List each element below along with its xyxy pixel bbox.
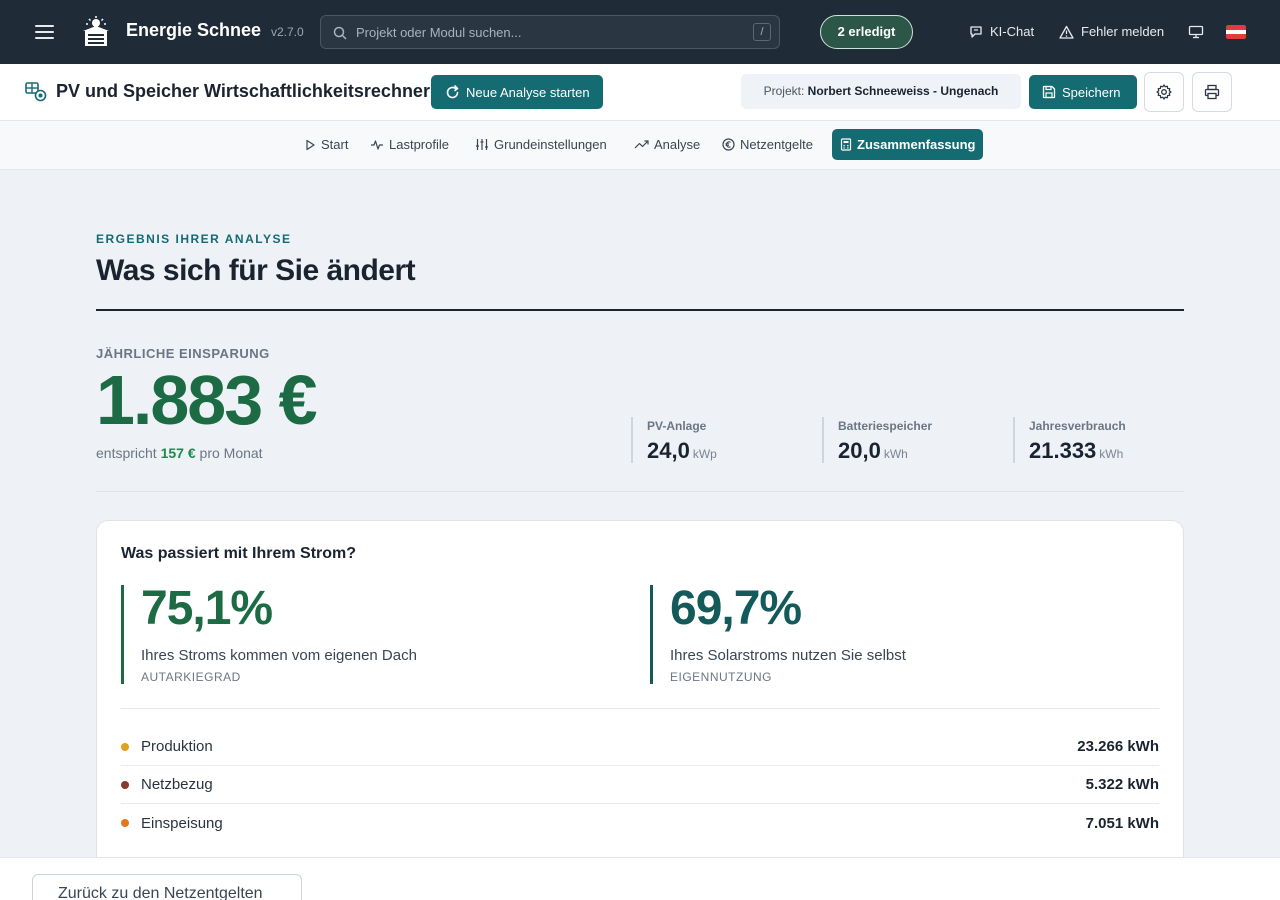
tab-zusammenfassung[interactable]: Zusammenfassung <box>832 129 984 160</box>
printer-icon <box>1204 84 1220 100</box>
tab-label: Start <box>321 137 349 152</box>
version-label: v2.7.0 <box>271 25 304 39</box>
month-value: 157 € <box>160 445 196 461</box>
autarky-kpi: 75,1% Ihres Stroms kommen vom eigenen Da… <box>121 585 521 684</box>
kpi-jahresverbrauch: Jahresverbrauch 21.333 kWh <box>1013 417 1183 463</box>
play-icon <box>306 139 315 150</box>
search-icon <box>333 26 347 40</box>
tab-grundeinstellungen[interactable]: Grundeinstellungen <box>467 129 615 160</box>
kpi-label: Batteriespeicher <box>838 419 933 433</box>
project-indicator[interactable]: Projekt: Norbert Schneeweiss - Ungenach <box>741 74 1021 109</box>
sliders-icon <box>476 139 488 150</box>
tab-label: Zusammenfassung <box>857 137 976 152</box>
flow-row-netzbezug: Netzbezug 5.322 kWh <box>121 766 1159 804</box>
project-name: Norbert Schneeweiss - Ungenach <box>807 84 999 98</box>
done-status-pill[interactable]: 2 erledigt <box>820 15 913 49</box>
kpi-value: 20,0 kWh <box>838 438 908 463</box>
tab-start[interactable]: Start <box>296 129 356 160</box>
production-dot-icon <box>121 742 129 751</box>
card-title: Was passiert mit Ihrem Strom? <box>121 545 357 562</box>
month-prefix: entspricht <box>96 445 157 461</box>
flow-value: 5.322 kWh <box>1085 776 1159 793</box>
save-button[interactable]: Speichern <box>1029 75 1137 109</box>
autarky-tag: AUTARKIEGRAD <box>141 670 241 684</box>
save-label: Speichern <box>1062 84 1121 100</box>
self-use-description: Ihres Solarstroms nutzen Sie selbst <box>670 647 906 664</box>
kpi-label: PV-Anlage <box>647 419 707 433</box>
tab-netzentgelte[interactable]: Netzentgelte <box>714 129 821 160</box>
calculator-icon <box>840 138 852 151</box>
new-analysis-button[interactable]: Neue Analyse starten <box>431 75 603 109</box>
refresh-icon <box>446 84 459 98</box>
self-use-tag: EIGENNUTZUNG <box>670 670 772 684</box>
settings-button[interactable] <box>1144 72 1184 112</box>
tab-label: Analyse <box>654 137 701 152</box>
autarky-description: Ihres Stroms kommen vom eigenen Dach <box>141 647 417 664</box>
search-shortcut: / <box>753 23 771 41</box>
flow-row-produktion: Produktion 23.266 kWh <box>121 728 1159 766</box>
flow-label: Produktion <box>141 738 213 755</box>
euro-icon <box>722 138 735 151</box>
warning-icon <box>1059 25 1074 39</box>
tab-label: Netzentgelte <box>740 137 813 152</box>
back-button[interactable]: Zurück zu den Netzentgelten <box>32 874 302 900</box>
menu-icon[interactable] <box>35 25 54 39</box>
search-placeholder: Projekt oder Modul suchen... <box>356 25 522 40</box>
trend-icon <box>634 140 649 149</box>
calculator-grid-icon <box>25 82 47 102</box>
monitor-icon[interactable] <box>1188 25 1204 39</box>
section-eyebrow: ERGEBNIS IHRER ANALYSE <box>96 232 292 246</box>
kpi-divider <box>96 491 1184 492</box>
headline-divider <box>96 309 1184 311</box>
savings-label: JÄHRLICHE EINSPARUNG <box>96 346 270 361</box>
kpi-batteriespeicher: Batteriespeicher 20,0 kWh <box>822 417 992 463</box>
autarky-value: 75,1% <box>141 582 273 635</box>
kpi-value: 24,0 kWp <box>647 438 717 463</box>
brand-name: Energie Schnee <box>126 20 262 40</box>
self-use-value: 69,7% <box>670 582 802 635</box>
search-input[interactable]: Projekt oder Modul suchen... / <box>320 15 780 49</box>
card-divider <box>121 708 1159 709</box>
gear-icon <box>1156 84 1172 100</box>
new-analysis-label: Neue Analyse starten <box>466 84 590 100</box>
flow-value: 23.266 kWh <box>1077 738 1159 755</box>
self-use-kpi: 69,7% Ihres Solarstroms nutzen Sie selbs… <box>650 585 1050 684</box>
savings-value: 1.883 € <box>96 361 318 439</box>
tab-label: Grundeinstellungen <box>494 137 607 152</box>
flow-row-einspeisung: Einspeisung 7.051 kWh <box>121 804 1159 842</box>
savings-per-month: entspricht 157 € pro Monat <box>96 445 263 461</box>
flow-label: Netzbezug <box>141 776 213 793</box>
save-icon <box>1042 85 1056 99</box>
grid-import-dot-icon <box>121 780 129 789</box>
logo-icon <box>83 16 109 46</box>
ki-chat-link[interactable]: KI-Chat <box>969 24 1034 39</box>
kpi-value: 21.333 kWh <box>1029 438 1124 463</box>
ki-chat-label: KI-Chat <box>990 24 1035 39</box>
tab-lastprofile[interactable]: Lastprofile <box>362 129 457 160</box>
month-suffix: pro Monat <box>199 445 263 461</box>
page-title: PV und Speicher Wirtschaftlichkeitsrechn… <box>56 81 430 101</box>
kpi-label: Jahresverbrauch <box>1029 419 1126 433</box>
chat-icon <box>970 25 982 38</box>
flow-label: Einspeisung <box>141 814 223 832</box>
flow-value: 7.051 kWh <box>1085 814 1159 832</box>
grid-export-dot-icon <box>121 819 129 827</box>
austria-flag-icon[interactable] <box>1226 25 1246 39</box>
pulse-icon <box>371 139 383 150</box>
tab-analyse[interactable]: Analyse <box>626 129 708 160</box>
report-error-label: Fehler melden <box>1081 24 1165 39</box>
kpi-pv-anlage: PV-Anlage 24,0 kWp <box>631 417 801 463</box>
tab-label: Lastprofile <box>389 137 449 152</box>
report-error-link[interactable]: Fehler melden <box>1059 24 1164 39</box>
project-prefix: Projekt: <box>763 84 805 98</box>
print-button[interactable] <box>1192 72 1232 112</box>
section-headline: Was sich für Sie ändert <box>96 254 416 287</box>
